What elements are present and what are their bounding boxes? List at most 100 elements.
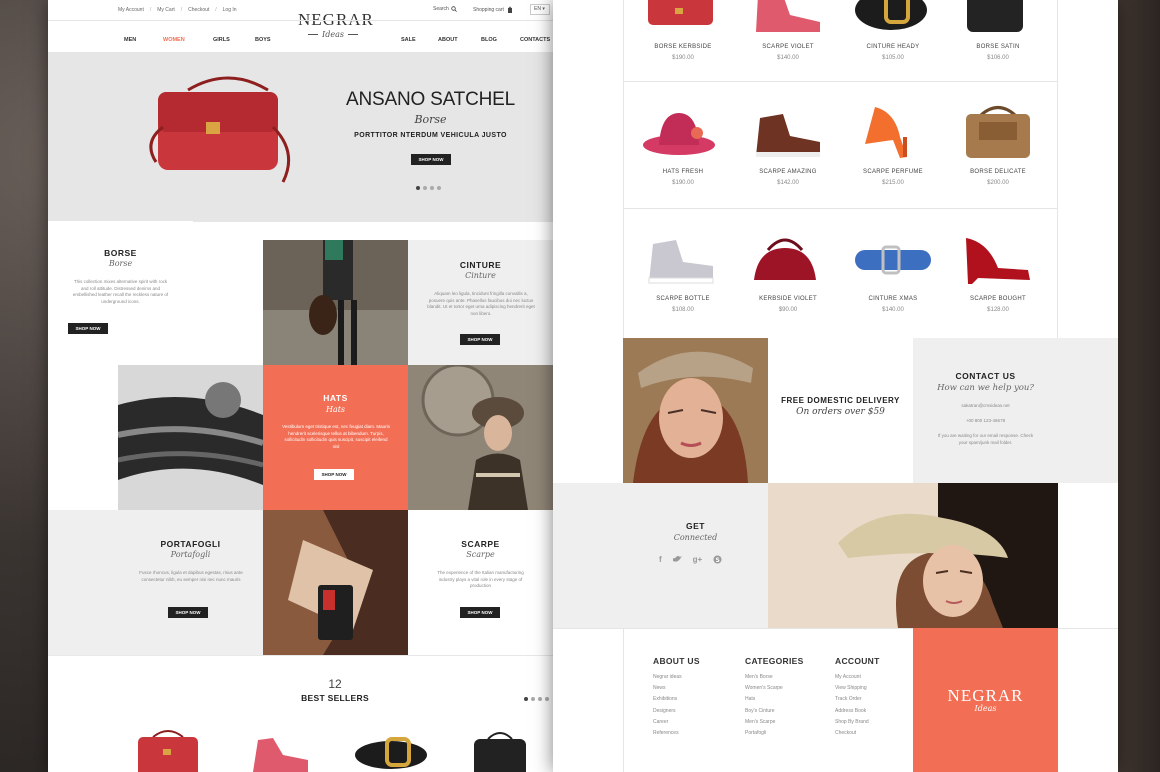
footer-link[interactable]: Women's Scarpe bbox=[745, 683, 804, 694]
product-image-8[interactable] bbox=[961, 100, 1036, 160]
hero-slider: ANSANO SATCHEL Borse PORTTITOR NTERDUM V… bbox=[48, 52, 553, 222]
product-name[interactable]: SCARPE BOTTLE bbox=[633, 296, 733, 302]
footer-link[interactable]: Shop By Brand bbox=[835, 717, 880, 728]
footer-link[interactable]: Track Order bbox=[835, 694, 880, 705]
twitter-icon[interactable] bbox=[672, 555, 682, 563]
product-name[interactable]: HATS FRESH bbox=[633, 169, 733, 175]
product-name[interactable]: BORSE KERBSIDE bbox=[633, 44, 733, 50]
footer-link[interactable]: Exhibitions bbox=[653, 694, 700, 705]
contact-block: CONTACT US How can we help you? sakatran… bbox=[913, 338, 1118, 483]
product-price: $190.00 bbox=[672, 55, 694, 61]
portafogli-photo bbox=[263, 510, 408, 655]
top-link-account[interactable]: My Account bbox=[118, 7, 144, 13]
product-image-10[interactable] bbox=[748, 230, 823, 285]
product-name[interactable]: SCARPE AMAZING bbox=[738, 169, 838, 175]
nav-sale[interactable]: SALE bbox=[401, 37, 416, 43]
product-image-2[interactable] bbox=[748, 0, 828, 32]
cinture-shop-button[interactable]: SHOP NOW bbox=[460, 334, 500, 345]
footer-about: ABOUT US Negrar ideas News Exhibitions D… bbox=[653, 656, 700, 739]
footer-link[interactable]: Men's Borse bbox=[745, 672, 804, 683]
product-price: $200.00 bbox=[987, 180, 1009, 186]
product-image-6[interactable] bbox=[748, 108, 828, 160]
product-price: $128.00 bbox=[987, 307, 1009, 313]
hats-script: Hats bbox=[325, 405, 346, 414]
footer-link[interactable]: View Shipping bbox=[835, 683, 880, 694]
footer-link[interactable]: News bbox=[653, 683, 700, 694]
nav-women[interactable]: WOMEN bbox=[163, 37, 185, 43]
footer-link[interactable]: Boy's Cinture bbox=[745, 706, 804, 717]
product-image-7[interactable] bbox=[855, 102, 925, 160]
hero-pagination[interactable] bbox=[414, 177, 442, 195]
search-link[interactable]: Search bbox=[433, 6, 457, 12]
footer-link[interactable]: Men's Scarpe bbox=[745, 717, 804, 728]
nav-girls[interactable]: GIRLS bbox=[213, 37, 230, 43]
footer-link[interactable]: Negrar ideas bbox=[653, 672, 700, 683]
footer-link[interactable]: Checkout bbox=[835, 728, 880, 739]
product-image-1[interactable] bbox=[643, 0, 723, 30]
footer-logo-block[interactable]: NEGRAR Ideas bbox=[913, 628, 1058, 772]
bestseller-belt-thumb[interactable] bbox=[353, 733, 433, 772]
footer-categories: CATEGORIES Men's Borse Women's Scarpe Ha… bbox=[745, 656, 804, 739]
footer-link[interactable]: Hats bbox=[745, 694, 804, 705]
social-title: GET bbox=[686, 521, 705, 531]
nav-about[interactable]: ABOUT bbox=[438, 37, 458, 43]
hats-shop-button[interactable]: SHOP NOW bbox=[314, 469, 354, 480]
homepage-top: My Account / My Cart / Checkout / Log In Se… bbox=[48, 0, 553, 772]
nav-men[interactable]: MEN bbox=[124, 37, 136, 43]
product-image-4[interactable] bbox=[961, 0, 1031, 35]
bestseller-black-bag-thumb[interactable] bbox=[470, 727, 530, 772]
product-image-11[interactable] bbox=[853, 240, 933, 280]
language-select[interactable]: EN ▾ bbox=[530, 4, 550, 15]
product-name[interactable]: KERBSIDE VIOLET bbox=[738, 296, 838, 302]
logo[interactable]: NEGRAR Ideas bbox=[298, 10, 373, 39]
category-borse: BORSE Borse This collection mixes altern… bbox=[48, 221, 193, 366]
product-name[interactable]: BORSE DELICATE bbox=[948, 169, 1048, 175]
hats-photo bbox=[408, 365, 553, 510]
footer-link[interactable]: My Account bbox=[835, 672, 880, 683]
product-price: $140.00 bbox=[882, 307, 904, 313]
cart-link[interactable]: Shopping cart bbox=[473, 6, 513, 13]
contact-email[interactable]: sakatran@cmsideas.net bbox=[913, 403, 1058, 410]
bestsellers-count: 12 bbox=[328, 677, 342, 691]
nav-contacts[interactable]: CONTACTS bbox=[520, 37, 550, 43]
category-cinture: CINTURE Cinture Aliquam leo ligula, tinc… bbox=[408, 240, 553, 365]
scarpe-shop-button[interactable]: SHOP NOW bbox=[460, 607, 500, 618]
footer-link[interactable]: Address Book bbox=[835, 706, 880, 717]
portafogli-shop-button[interactable]: SHOP NOW bbox=[168, 607, 208, 618]
product-image-5[interactable] bbox=[641, 105, 721, 160]
product-name[interactable]: SCARPE VIOLET bbox=[738, 44, 838, 50]
nav-boys[interactable]: BOYS bbox=[255, 37, 271, 43]
skype-icon[interactable]: S bbox=[713, 555, 722, 564]
footer-link[interactable]: References bbox=[653, 728, 700, 739]
product-image-9[interactable] bbox=[641, 232, 721, 287]
product-price: $108.00 bbox=[672, 307, 694, 313]
footer-link[interactable]: Portafogli bbox=[745, 728, 804, 739]
top-link-checkout[interactable]: Checkout bbox=[188, 7, 209, 13]
scarpe-script: Scarpe bbox=[466, 550, 495, 559]
facebook-icon[interactable]: f bbox=[659, 555, 662, 564]
bestseller-bag-thumb[interactable] bbox=[133, 727, 203, 772]
footer-account-title: ACCOUNT bbox=[835, 656, 880, 666]
borse-shop-button[interactable]: SHOP NOW bbox=[68, 323, 108, 334]
product-name[interactable]: SCARPE BOUGHT bbox=[948, 296, 1048, 302]
nav-blog[interactable]: BLOG bbox=[481, 37, 497, 43]
top-link-login[interactable]: Log In bbox=[223, 7, 237, 13]
google-plus-icon[interactable]: g+ bbox=[693, 555, 703, 564]
footer-link[interactable]: Designers bbox=[653, 706, 700, 717]
grid-row-divider bbox=[623, 81, 1058, 82]
product-name[interactable]: CINTURE XMAS bbox=[843, 296, 943, 302]
bestseller-sneaker-thumb[interactable] bbox=[243, 735, 313, 772]
product-name[interactable]: SCARPE PERFUME bbox=[843, 169, 943, 175]
hero-shop-button[interactable]: SHOP NOW bbox=[411, 154, 451, 165]
header-divider bbox=[48, 20, 553, 21]
bestsellers-pagination[interactable] bbox=[522, 688, 550, 706]
product-image-3[interactable] bbox=[853, 0, 933, 32]
top-link-cart[interactable]: My Cart bbox=[157, 7, 175, 13]
product-image-12[interactable] bbox=[958, 230, 1038, 285]
product-name[interactable]: BORSE SATIN bbox=[948, 44, 1048, 50]
category-hats: HATS Hats Vestibulum eget tristique est,… bbox=[263, 365, 408, 510]
product-name[interactable]: CINTURE HEADY bbox=[843, 44, 943, 50]
footer-link[interactable]: Career bbox=[653, 717, 700, 728]
hats-desc: Vestibulum eget tristique est, nec feugi… bbox=[282, 424, 390, 449]
cart-icon bbox=[507, 6, 512, 13]
